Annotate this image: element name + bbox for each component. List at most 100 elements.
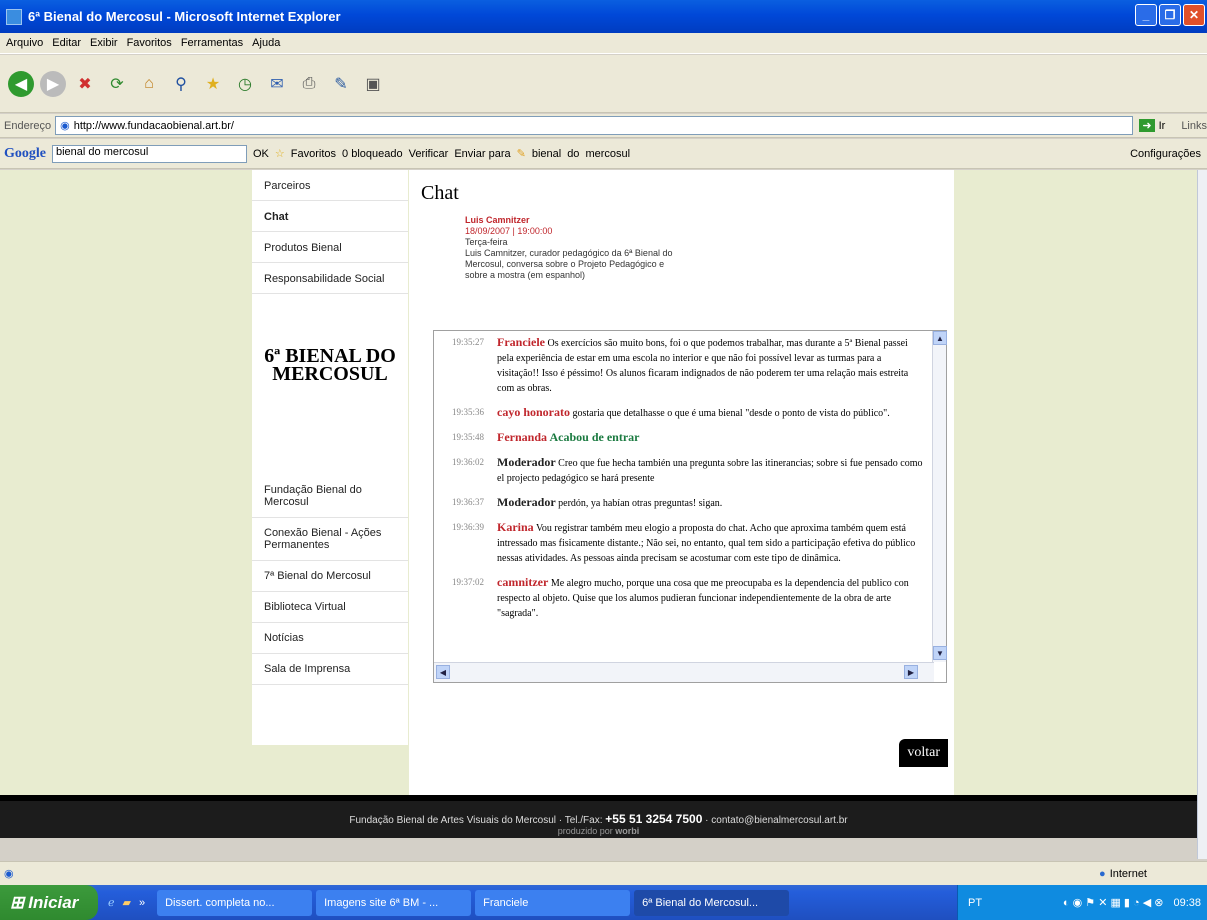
scroll-down-icon[interactable]: ▼ bbox=[933, 646, 947, 660]
tray-language[interactable]: PT bbox=[958, 897, 982, 909]
close-button[interactable]: ✕ bbox=[1183, 4, 1205, 26]
message-text: perdón, ya habían otras preguntas! sigan… bbox=[558, 498, 723, 509]
globe-icon: ● bbox=[1099, 867, 1106, 880]
scroll-right-icon[interactable]: ▶ bbox=[904, 665, 918, 679]
search-word-mercosul[interactable]: mercosul bbox=[585, 148, 630, 160]
event-guest-name: Luis Camnitzer bbox=[465, 215, 530, 225]
google-favoritos[interactable]: Favoritos bbox=[291, 148, 336, 160]
message-text: gostaria que detalhasse o que é uma bien… bbox=[572, 408, 890, 419]
search-word-do[interactable]: do bbox=[567, 148, 579, 160]
start-label: Iniciar bbox=[28, 892, 79, 912]
forward-icon[interactable]: ▶ bbox=[40, 70, 66, 97]
back-icon[interactable]: ◀ bbox=[8, 70, 34, 97]
chat-messages[interactable]: 19:35:27 Franciele Os exercícios são muit… bbox=[434, 331, 932, 662]
history-icon[interactable]: ◷ bbox=[232, 71, 258, 97]
status-page-icon: ◉ bbox=[4, 868, 14, 880]
message-author: Moderador bbox=[497, 495, 556, 509]
stop-icon[interactable]: ✖ bbox=[72, 71, 98, 97]
google-ok-button[interactable]: OK bbox=[253, 148, 269, 160]
minimize-button[interactable]: _ bbox=[1135, 4, 1157, 26]
standard-toolbar: ◀ ▶ ✖ ⟳ ⌂ ⚲ ★ ◷ ✉ ⎙ ✎ ▣ bbox=[0, 55, 1207, 113]
settings-button[interactable]: Configurações bbox=[1130, 148, 1201, 160]
nav-noticias[interactable]: Notícias bbox=[252, 623, 408, 654]
quicklaunch-ie-icon[interactable]: ℯ bbox=[108, 896, 115, 909]
task-franciele[interactable]: Franciele bbox=[475, 889, 631, 916]
go-arrow-icon[interactable]: ➜ bbox=[1139, 119, 1155, 132]
event-description: Luis Camnitzer, curador pedagógico da 6ª… bbox=[465, 248, 673, 280]
chat-message: 19:35:36 cayo honorato gostaria que detal… bbox=[452, 405, 924, 421]
address-bar: Endereço ◉ http://www.fundacaobienal.art… bbox=[0, 114, 1207, 138]
nav-fundacao[interactable]: Fundação Bienal do Mercosul bbox=[252, 475, 408, 518]
start-button[interactable]: ⊞ Iniciar bbox=[0, 885, 98, 920]
task-bienal[interactable]: 6ª Bienal do Mercosul... bbox=[634, 889, 790, 916]
scroll-left-icon[interactable]: ◀ bbox=[436, 665, 450, 679]
task-imagens[interactable]: Imagens site 6ª BM - ... bbox=[316, 889, 472, 916]
scroll-up-icon[interactable]: ▲ bbox=[933, 331, 947, 345]
chat-message: 19:35:48 Fernanda Acabou de entrar bbox=[452, 430, 924, 446]
quicklaunch-more-icon[interactable]: » bbox=[139, 897, 145, 909]
google-logo: Google bbox=[4, 145, 46, 161]
search-word-bienal[interactable]: bienal bbox=[532, 148, 561, 160]
bienal-logo[interactable]: 6ª BIENAL DO MERCOSUL bbox=[252, 302, 408, 396]
maximize-button[interactable]: ❐ bbox=[1159, 4, 1181, 26]
menu-exibir[interactable]: Exibir bbox=[90, 37, 118, 49]
page-icon: ◉ bbox=[60, 120, 70, 132]
message-time: 19:36:39 bbox=[452, 522, 485, 532]
message-author: Karina bbox=[497, 520, 534, 534]
quicklaunch-folder-icon[interactable]: ▰ bbox=[123, 896, 131, 909]
send-to-button[interactable]: Enviar para bbox=[454, 148, 510, 160]
messenger-icon[interactable]: ▣ bbox=[360, 71, 386, 97]
status-zone: Internet bbox=[1109, 867, 1147, 880]
favorites-icon[interactable]: ★ bbox=[200, 71, 226, 97]
popup-blocked[interactable]: 0 bloqueado bbox=[342, 148, 403, 160]
tray-icons[interactable]: ◐ ◉ ⚑ ✕ ▦ ▮ ◔ ◀ ⊗ bbox=[1063, 896, 1164, 909]
chat-horizontal-scrollbar[interactable]: ◀ ▶ bbox=[434, 662, 934, 682]
home-icon[interactable]: ⌂ bbox=[136, 71, 162, 97]
nav-chat[interactable]: Chat bbox=[252, 201, 408, 232]
print-icon[interactable]: ⎙ bbox=[296, 71, 322, 97]
nav-conexao[interactable]: Conexão Bienal - Ações Permanentes bbox=[252, 518, 408, 561]
search-icon[interactable]: ⚲ bbox=[168, 71, 194, 97]
chat-message: 19:35:27 Franciele Os exercícios são muit… bbox=[452, 335, 924, 396]
footer-brand[interactable]: worbi bbox=[615, 826, 639, 836]
chat-message: 19:36:02 Moderador Creo que fue hecha tam… bbox=[452, 455, 924, 486]
message-author: Moderador bbox=[497, 455, 556, 469]
message-time: 19:36:37 bbox=[452, 497, 485, 507]
system-tray: PT ◐ ◉ ⚑ ✕ ▦ ▮ ◔ ◀ ⊗ 09:38 bbox=[957, 885, 1207, 920]
message-text: Acabou de entrar bbox=[549, 430, 640, 444]
nav-imprensa[interactable]: Sala de Imprensa bbox=[252, 654, 408, 685]
nav-7bienal[interactable]: 7ª Bienal do Mercosul bbox=[252, 561, 408, 592]
footer-phone: +55 51 3254 7500 bbox=[605, 812, 703, 826]
message-time: 19:37:02 bbox=[452, 577, 485, 587]
address-input[interactable]: ◉ http://www.fundacaobienal.art.br/ bbox=[55, 116, 1134, 135]
nav-produtos[interactable]: Produtos Bienal bbox=[252, 232, 408, 263]
message-text: Creo que fue hecha también una pregunta … bbox=[497, 458, 923, 484]
nav-biblioteca[interactable]: Biblioteca Virtual bbox=[252, 592, 408, 623]
edit-icon[interactable]: ✎ bbox=[328, 71, 354, 97]
go-button[interactable]: Ir bbox=[1159, 120, 1166, 132]
mail-icon[interactable]: ✉ bbox=[264, 71, 290, 97]
menu-ajuda[interactable]: Ajuda bbox=[252, 37, 280, 49]
menu-editar[interactable]: Editar bbox=[52, 37, 81, 49]
message-time: 19:35:48 bbox=[452, 432, 485, 442]
menu-arquivo[interactable]: Arquivo bbox=[6, 37, 43, 49]
menu-ferramentas[interactable]: Ferramentas bbox=[181, 37, 243, 49]
menu-favoritos[interactable]: Favoritos bbox=[127, 37, 172, 49]
nav-responsabilidade[interactable]: Responsabilidade Social bbox=[252, 263, 408, 294]
window-titlebar: 6ª Bienal do Mercosul - Microsoft Intern… bbox=[0, 0, 1207, 33]
task-dissert[interactable]: Dissert. completa no... bbox=[157, 889, 313, 916]
footer-email[interactable]: · contato@bienalmercosul.art.br bbox=[705, 815, 847, 826]
chat-vertical-scrollbar[interactable]: ▲ ▼ bbox=[932, 331, 947, 662]
back-link[interactable]: voltar bbox=[899, 739, 948, 767]
message-author: camnitzer bbox=[497, 575, 549, 589]
footer-org: Fundação Bienal de Artes Visuais do Merc… bbox=[349, 815, 603, 826]
nav-parceiros[interactable]: Parceiros bbox=[252, 170, 408, 201]
links-button[interactable]: Links bbox=[1181, 120, 1207, 132]
event-day: Terça-feira bbox=[465, 237, 508, 247]
favorites-star-icon[interactable]: ☆ bbox=[275, 147, 285, 160]
refresh-icon[interactable]: ⟳ bbox=[104, 71, 130, 97]
spellcheck-button[interactable]: Verificar bbox=[409, 148, 449, 160]
page-vertical-scrollbar[interactable] bbox=[1197, 170, 1207, 859]
highlight-icon[interactable]: ✎ bbox=[517, 147, 526, 160]
google-search-input[interactable]: bienal do mercosul bbox=[52, 144, 247, 163]
